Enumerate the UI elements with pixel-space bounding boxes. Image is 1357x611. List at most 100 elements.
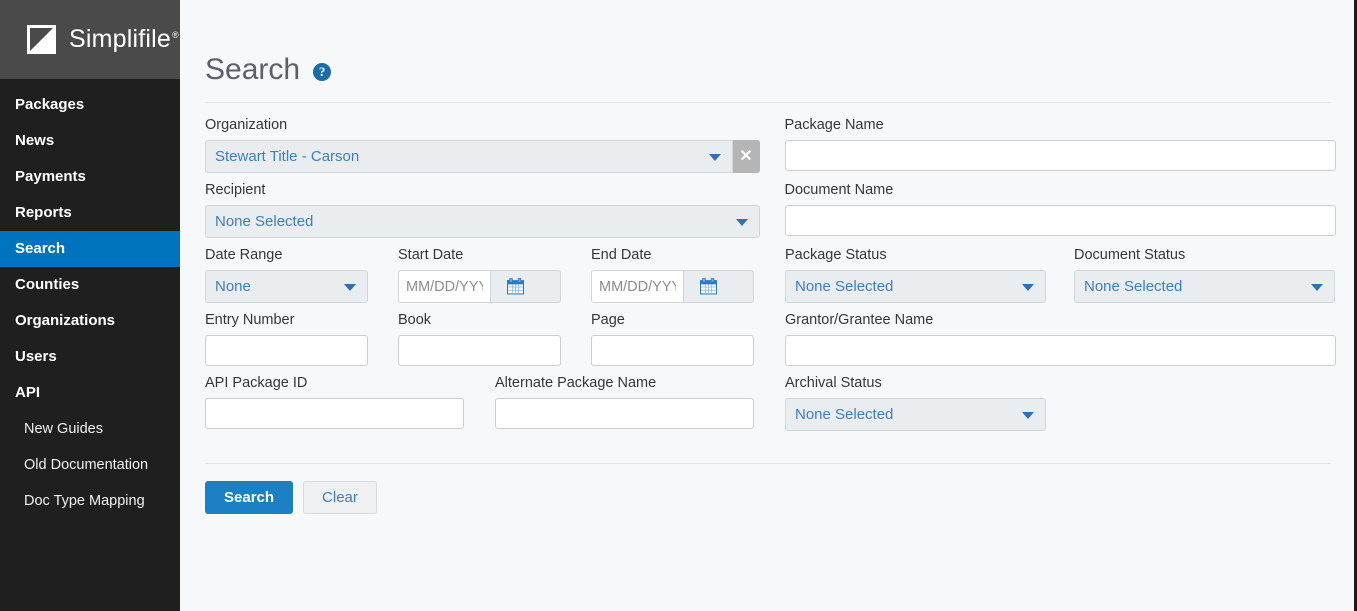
package-name-input[interactable] [784, 140, 1336, 171]
organization-clear-button[interactable]: ✕ [733, 140, 760, 173]
brand-logo[interactable]: Simplifile® [0, 0, 180, 79]
registered-mark: ® [172, 29, 179, 40]
sidebar-item-search[interactable]: Search [0, 231, 180, 267]
field-archival-status: Archival Status None Selected [785, 375, 1074, 431]
field-api-package-id: API Package ID [205, 375, 495, 431]
label-alternate-package-name: Alternate Package Name [495, 375, 657, 391]
field-document-name: Document Name [784, 182, 1355, 238]
chevron-down-icon [344, 283, 356, 291]
search-button[interactable]: Search [205, 481, 294, 514]
sidebar-item-reports[interactable]: Reports [0, 195, 180, 231]
chevron-down-icon [1022, 283, 1034, 291]
label-date-range: Date Range [205, 247, 283, 263]
recipient-selected-value: None Selected [215, 213, 314, 230]
clear-button[interactable]: Clear [303, 481, 377, 514]
brand-name: Simplifile® [69, 25, 179, 54]
end-date-calendar-button[interactable] [684, 271, 732, 302]
organization-select[interactable]: Stewart Title - Carson [205, 140, 733, 173]
field-start-date: Start Date [398, 247, 591, 303]
book-input[interactable] [398, 335, 561, 366]
label-package-status: Package Status [785, 247, 887, 263]
label-document-status: Document Status [1074, 247, 1186, 263]
field-recipient: Recipient None Selected [205, 182, 785, 238]
label-organization: Organization [205, 117, 288, 133]
sidebar-item-api[interactable]: API [0, 375, 180, 411]
label-recipient: Recipient [205, 182, 266, 198]
field-book: Book [398, 312, 591, 366]
label-archival-status: Archival Status [785, 375, 882, 391]
start-date-input[interactable] [399, 271, 491, 302]
page-input[interactable] [591, 335, 754, 366]
field-document-status: Document Status None Selected [1074, 247, 1354, 303]
sidebar: Simplifile® Packages News Payments Repor… [0, 0, 180, 611]
page-title: Search [205, 53, 301, 86]
date-range-select[interactable]: None [205, 270, 368, 303]
organization-selected-value: Stewart Title - Carson [215, 148, 360, 165]
form-row-2: Recipient None Selected Document Name [205, 182, 1354, 238]
chevron-down-icon [709, 153, 721, 161]
archival-status-select[interactable]: None Selected [785, 398, 1046, 431]
field-package-name: Package Name [784, 117, 1355, 173]
recipient-select[interactable]: None Selected [205, 205, 760, 238]
document-status-selected-value: None Selected [1084, 278, 1183, 295]
sidebar-item-organizations[interactable]: Organizations [0, 303, 180, 339]
grantor-grantee-name-input[interactable] [785, 335, 1336, 366]
sidebar-item-packages[interactable]: Packages [0, 87, 180, 123]
field-end-date: End Date [591, 247, 785, 303]
sidebar-item-doc-type-mapping[interactable]: Doc Type Mapping [0, 483, 180, 519]
sidebar-item-old-documentation[interactable]: Old Documentation [0, 447, 180, 483]
label-grantor-grantee-name: Grantor/Grantee Name [785, 312, 934, 328]
search-form: Organization Stewart Title - Carson ✕ Pa… [180, 103, 1354, 463]
sidebar-item-counties[interactable]: Counties [0, 267, 180, 303]
sidebar-item-payments[interactable]: Payments [0, 159, 180, 195]
calendar-icon [506, 278, 524, 295]
sidebar-nav: Packages News Payments Reports Search Co… [0, 79, 180, 611]
chevron-down-icon [736, 218, 748, 226]
form-row-1: Organization Stewart Title - Carson ✕ Pa… [205, 117, 1354, 173]
chevron-down-icon [1311, 283, 1323, 291]
end-date-input[interactable] [592, 271, 684, 302]
label-entry-number: Entry Number [205, 312, 295, 328]
alternate-package-name-input[interactable] [495, 398, 754, 429]
chevron-down-icon [1022, 411, 1034, 419]
field-page: Page [591, 312, 785, 366]
end-date-group [591, 270, 754, 303]
field-organization: Organization Stewart Title - Carson ✕ [205, 117, 785, 173]
simplifile-logo-icon [27, 25, 56, 54]
date-range-selected-value: None [215, 278, 251, 295]
calendar-icon [699, 278, 717, 295]
api-package-id-input[interactable] [205, 398, 464, 429]
label-package-name: Package Name [784, 117, 884, 133]
form-row-5: API Package ID Alternate Package Name Ar… [205, 375, 1354, 431]
label-start-date: Start Date [398, 247, 464, 263]
page-header: Search ? [180, 0, 1354, 85]
sidebar-item-users[interactable]: Users [0, 339, 180, 375]
help-icon[interactable]: ? [313, 63, 332, 81]
field-date-range: Date Range None [205, 247, 398, 303]
document-name-input[interactable] [784, 205, 1336, 236]
brand-name-text: Simplifile [69, 25, 172, 53]
form-actions: Search Clear [180, 464, 1354, 514]
form-row-4: Entry Number Book Page Grantor/Grantee N… [205, 312, 1354, 366]
document-status-select[interactable]: None Selected [1074, 270, 1335, 303]
label-page: Page [591, 312, 625, 328]
package-status-select[interactable]: None Selected [785, 270, 1046, 303]
sidebar-item-news[interactable]: News [0, 123, 180, 159]
start-date-calendar-button[interactable] [491, 271, 539, 302]
app-window: Simplifile® Packages News Payments Repor… [0, 0, 1357, 611]
field-alternate-package-name: Alternate Package Name [495, 375, 785, 431]
sidebar-item-new-guides[interactable]: New Guides [0, 411, 180, 447]
organization-select-wrap: Stewart Title - Carson ✕ [205, 140, 760, 173]
main-content: Search ? Organization Stewart Title - Ca… [180, 0, 1354, 611]
field-package-status: Package Status None Selected [785, 247, 1074, 303]
label-end-date: End Date [591, 247, 652, 263]
package-status-selected-value: None Selected [795, 278, 894, 295]
field-entry-number: Entry Number [205, 312, 398, 366]
entry-number-input[interactable] [205, 335, 368, 366]
label-api-package-id: API Package ID [205, 375, 308, 391]
archival-status-selected-value: None Selected [795, 406, 894, 423]
field-grantor-grantee-name: Grantor/Grantee Name [785, 312, 1354, 366]
form-row-3: Date Range None Start Date MM/DD/YYYY En… [205, 247, 1354, 303]
label-book: Book [398, 312, 432, 328]
start-date-group [398, 270, 561, 303]
